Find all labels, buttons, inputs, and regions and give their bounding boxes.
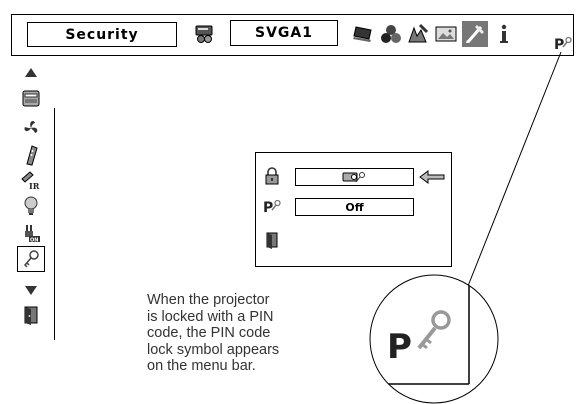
display-icon[interactable]: [350, 21, 376, 47]
svg-text:IR: IR: [29, 181, 40, 191]
input-source-label: SVGA1: [230, 20, 338, 46]
pin-code-lock-icon: P: [554, 34, 572, 53]
pin-code-lock-value[interactable]: Off: [295, 198, 414, 216]
pin-code-lock-icon: P: [262, 196, 282, 216]
power-on-icon[interactable]: ON: [17, 220, 45, 246]
key-security-icon[interactable]: [17, 246, 45, 272]
svg-text:P: P: [554, 37, 564, 52]
projector-lock-field[interactable]: [295, 168, 414, 186]
projector-icon[interactable]: [17, 85, 45, 111]
menu-title: Security: [27, 22, 177, 47]
fan-icon[interactable]: [17, 115, 45, 141]
exit-door-icon[interactable]: [17, 302, 45, 328]
scroll-down-arrow-icon[interactable]: [17, 277, 45, 303]
input-select-icon[interactable]: [192, 21, 218, 47]
svg-text:P: P: [387, 327, 412, 367]
setting-icon[interactable]: [462, 21, 488, 47]
scroll-up-arrow-icon[interactable]: [17, 60, 45, 86]
pin-lock-magnifier: P: [369, 274, 499, 404]
projector-lock-icon: [342, 172, 365, 183]
svg-text:ON: ON: [30, 238, 38, 244]
color-icon[interactable]: [378, 21, 404, 47]
svg-text:P: P: [263, 200, 273, 215]
information-icon[interactable]: [491, 21, 517, 47]
arrow-left-icon: [419, 170, 445, 184]
lamp-icon[interactable]: [17, 193, 45, 219]
caption-text: When the projector is locked with a PIN …: [147, 292, 280, 374]
exit-door-icon[interactable]: [262, 230, 282, 250]
image-adjust-icon[interactable]: [405, 21, 431, 47]
padlock-icon: [262, 166, 282, 186]
side-menu-divider: [54, 108, 55, 340]
screen-icon[interactable]: [433, 21, 459, 47]
remote-ir-icon[interactable]: IR: [17, 167, 45, 193]
remote-icon[interactable]: [17, 142, 45, 168]
